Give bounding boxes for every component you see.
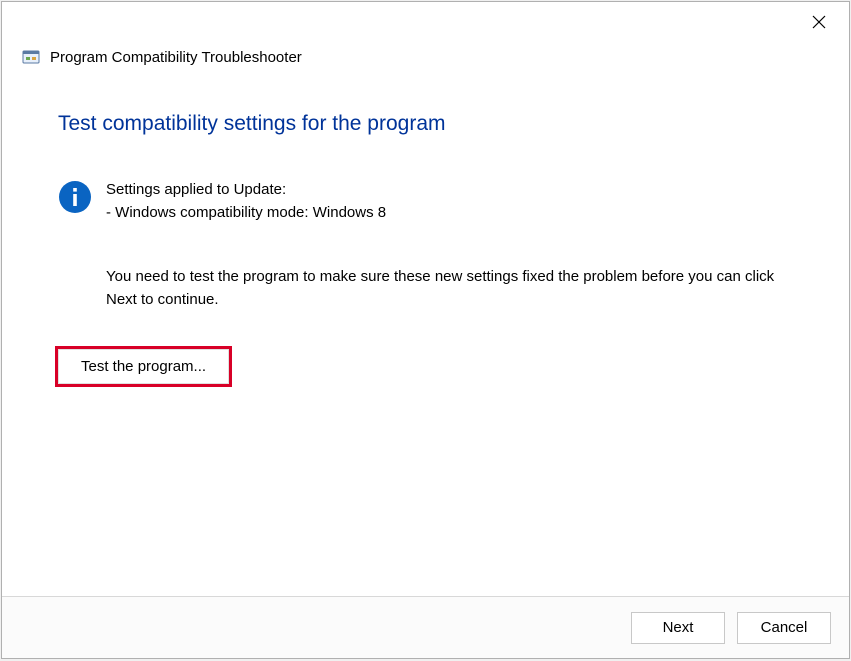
instruction-text: You need to test the program to make sur… <box>106 265 809 312</box>
wizard-header: Program Compatibility Troubleshooter <box>2 48 849 66</box>
wizard-title: Program Compatibility Troubleshooter <box>50 49 302 66</box>
next-button[interactable]: Next <box>631 612 725 644</box>
footer-bar: Next Cancel <box>2 596 849 658</box>
troubleshooter-icon <box>22 48 40 66</box>
titlebar <box>2 2 849 38</box>
troubleshooter-window: Program Compatibility Troubleshooter Tes… <box>1 1 850 659</box>
info-icon <box>58 180 92 214</box>
info-row: Settings applied to Update: - Windows co… <box>58 178 809 225</box>
cancel-button[interactable]: Cancel <box>737 612 831 644</box>
close-button[interactable] <box>803 10 835 34</box>
info-line2: - Windows compatibility mode: Windows 8 <box>106 201 386 224</box>
content-area: Test compatibility settings for the prog… <box>2 66 849 596</box>
info-line1: Settings applied to Update: <box>106 178 386 201</box>
test-program-button[interactable]: Test the program... <box>58 349 229 384</box>
close-icon <box>812 15 826 29</box>
page-heading: Test compatibility settings for the prog… <box>58 112 809 136</box>
settings-applied-text: Settings applied to Update: - Windows co… <box>106 178 386 225</box>
